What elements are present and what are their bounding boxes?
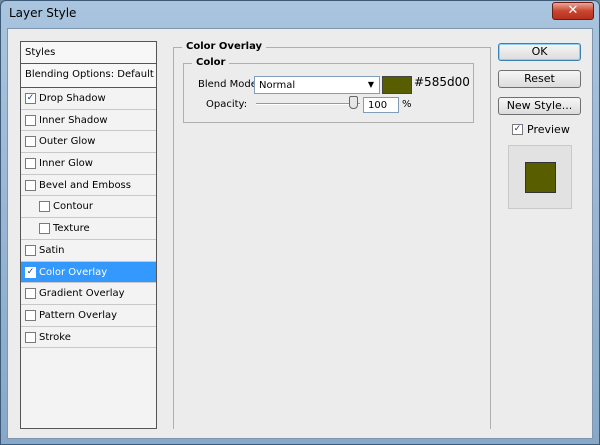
preview-label: Preview [527,123,570,136]
style-item[interactable]: Texture [21,218,156,240]
style-item-label: Bevel and Emboss [39,179,131,191]
style-item[interactable]: Contour [21,196,156,219]
style-item[interactable]: Outer Glow [21,131,156,154]
preview-area [508,145,572,209]
blending-options-item[interactable]: Blending Options: Default [21,64,156,88]
blend-mode-value: Normal [259,80,296,91]
style-item[interactable]: Pattern Overlay [21,305,156,327]
style-checkbox[interactable] [39,223,50,235]
style-item[interactable]: Stroke [21,327,156,349]
close-button[interactable]: ✕ [552,2,594,20]
style-checkbox[interactable] [25,114,36,126]
dialog-body: Styles Blending Options: Default ✓ Drop S… [7,28,593,439]
opacity-unit: % [402,99,412,110]
new-style-button[interactable]: New Style... [498,97,581,115]
blend-mode-select[interactable]: Normal ▼ [254,76,380,94]
preview-thumbnail [525,162,556,193]
style-checkbox[interactable] [25,158,36,170]
close-icon: ✕ [567,3,579,18]
style-checkbox[interactable] [25,309,36,321]
style-item-label: Color Overlay [39,266,108,278]
opacity-input[interactable]: 100 [363,97,399,113]
style-checkbox[interactable] [25,331,36,343]
style-item-label: Inner Shadow [39,114,108,126]
style-item[interactable]: ✓ Drop Shadow [21,88,156,110]
overlay-color-hex: #585d00 [414,75,470,89]
style-items: ✓ Drop Shadow Inner Shadow Outer Glow Inner … [21,88,156,349]
style-item-label: Texture [53,223,90,235]
group-title: Color [192,57,230,68]
style-checkbox[interactable]: ✓ [25,93,36,104]
ok-button[interactable]: OK [498,43,581,61]
style-checkbox[interactable] [25,179,36,191]
preview-checkbox[interactable]: ✓ [512,124,523,135]
style-checkbox[interactable] [25,288,36,300]
opacity-slider-track[interactable] [256,103,360,105]
style-item[interactable]: Satin [21,240,156,262]
style-item[interactable]: ✓ Color Overlay [21,261,156,284]
style-checkbox[interactable] [39,201,50,213]
window-title: Layer Style [9,6,77,20]
style-item-label: Pattern Overlay [39,309,118,321]
styles-header[interactable]: Styles [21,42,156,64]
style-item-label: Outer Glow [39,136,96,148]
style-item-label: Satin [39,244,65,256]
style-item[interactable]: Gradient Overlay [21,283,156,305]
styles-list: Styles Blending Options: Default ✓ Drop S… [20,41,157,429]
style-item-label: Gradient Overlay [39,288,125,300]
blend-mode-label: Blend Mode: [198,79,261,90]
chevron-down-icon: ▼ [367,80,375,89]
section-title: Color Overlay [182,41,267,52]
style-item[interactable]: Bevel and Emboss [21,175,156,197]
reset-button[interactable]: Reset [498,70,581,88]
style-item-label: Inner Glow [39,158,93,170]
style-item-label: Drop Shadow [39,93,106,104]
style-item-label: Stroke [39,331,71,343]
style-item-label: Contour [53,201,93,213]
opacity-slider-thumb[interactable] [349,96,358,109]
style-checkbox[interactable] [25,136,36,148]
style-checkbox[interactable]: ✓ [25,266,36,278]
style-item[interactable]: Inner Glow [21,153,156,175]
overlay-color-swatch[interactable] [382,76,412,94]
title-bar[interactable]: Layer Style ✕ [1,1,599,28]
style-item[interactable]: Inner Shadow [21,110,156,132]
opacity-label: Opacity: [206,99,248,110]
style-checkbox[interactable] [25,244,36,256]
layer-style-dialog: Layer Style ✕ Styles Blending Options: D… [0,0,600,445]
